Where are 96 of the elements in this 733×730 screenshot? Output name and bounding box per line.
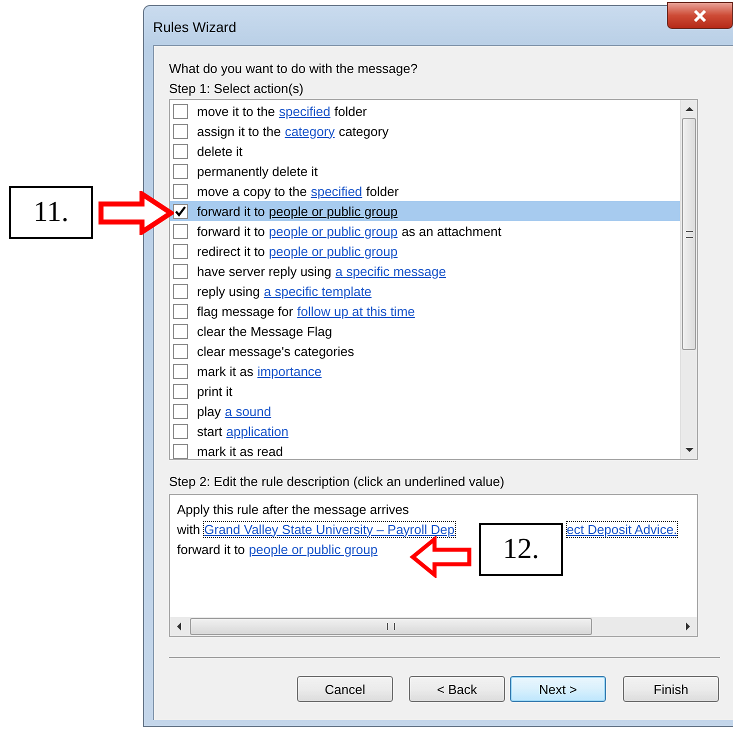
checkbox[interactable] <box>173 204 188 218</box>
action-item[interactable]: move it to the specified folder <box>170 101 680 121</box>
description-text: forward it to <box>177 542 245 556</box>
checkbox[interactable] <box>173 444 188 458</box>
action-text: category <box>338 124 389 138</box>
dialog-button[interactable]: Cancel <box>297 676 393 702</box>
action-item[interactable]: have server reply using a specific message <box>170 261 680 281</box>
scroll-left-icon[interactable] <box>176 622 182 631</box>
action-item[interactable]: move a copy to the specified folder <box>170 181 680 201</box>
dialog-button[interactable]: Next > <box>510 676 606 702</box>
callout-label: 12. <box>479 523 563 576</box>
value-link[interactable]: a specific message <box>335 264 446 278</box>
action-text: mark it as read <box>197 444 283 458</box>
action-item[interactable]: play a sound <box>170 401 680 421</box>
checkbox[interactable] <box>173 384 188 398</box>
checkbox[interactable] <box>173 124 188 138</box>
action-text: clear the Message Flag <box>197 324 332 338</box>
value-link[interactable]: a sound <box>224 404 272 418</box>
action-item[interactable]: delete it <box>170 141 680 161</box>
action-item[interactable]: mark it as importance <box>170 361 680 381</box>
action-text: forward it to <box>197 204 265 218</box>
value-link[interactable]: follow up at this time <box>297 304 415 318</box>
action-text: redirect it to <box>197 244 265 258</box>
step-label: Step 1: Select action(s) <box>169 80 304 98</box>
action-text: clear message's categories <box>197 344 354 358</box>
action-item[interactable]: forward it to people or public group as an attachment <box>170 221 680 241</box>
action-text: move a copy to the <box>197 184 307 198</box>
action-text: print it <box>197 384 232 398</box>
action-text: flag message for <box>197 304 294 318</box>
action-item[interactable]: flag message for follow up at this time <box>170 301 680 321</box>
action-text: mark it as <box>197 364 254 378</box>
checkbox[interactable] <box>173 304 188 318</box>
close-button[interactable] <box>667 2 733 29</box>
value-link[interactable]: Grand Valley State University – Payroll Dep <box>204 522 455 536</box>
checkbox[interactable] <box>173 224 188 238</box>
scroll-up-icon[interactable] <box>684 106 694 112</box>
action-text: permanently delete it <box>197 164 318 178</box>
question-text: What do you want to do with the message? <box>169 60 419 78</box>
checkbox[interactable] <box>173 164 188 178</box>
action-item[interactable]: forward it to people or public group <box>170 201 680 221</box>
value-link[interactable]: specified <box>310 184 362 198</box>
action-text: folder <box>334 104 367 118</box>
action-item[interactable]: assign it to the category category <box>170 121 680 141</box>
horizontal-scrollbar[interactable] <box>170 617 697 636</box>
vertical-scrollbar[interactable] <box>680 100 697 459</box>
action-item[interactable]: print it <box>170 381 680 401</box>
checkbox[interactable] <box>173 364 188 378</box>
description-text: with <box>177 522 200 536</box>
step-label: Step 2: Edit the rule description (click an underlined value) <box>169 473 506 491</box>
action-item[interactable]: mark it as read <box>170 441 680 461</box>
description-text: Apply this rule after the message arrives <box>177 502 409 516</box>
value-link[interactable]: category <box>284 124 335 138</box>
checkbox[interactable] <box>173 244 188 258</box>
checkbox[interactable] <box>173 284 188 298</box>
scroll-down-icon[interactable] <box>684 447 694 453</box>
action-item[interactable]: permanently delete it <box>170 161 680 181</box>
value-link[interactable]: people or public group <box>268 244 398 258</box>
checkbox[interactable] <box>173 404 188 418</box>
action-item[interactable]: clear the Message Flag <box>170 321 680 341</box>
close-icon <box>693 10 707 22</box>
dialog-button[interactable]: Finish <box>623 676 719 702</box>
dialog-button[interactable]: < Back <box>409 676 505 702</box>
action-text: delete it <box>197 144 243 158</box>
checkbox[interactable] <box>173 104 188 118</box>
action-text: folder <box>366 184 399 198</box>
action-text: forward it to <box>197 224 265 238</box>
action-item[interactable]: reply using a specific template <box>170 281 680 301</box>
action-item[interactable]: start application <box>170 421 680 441</box>
value-link[interactable]: people or public group <box>248 542 378 556</box>
value-link[interactable]: application <box>226 424 288 438</box>
value-link[interactable]: people or public group <box>268 204 398 218</box>
action-item[interactable]: redirect it to people or public group <box>170 241 680 261</box>
action-text: move it to the <box>197 104 276 118</box>
window-title: Rules Wizard <box>153 19 236 35</box>
scroll-right-icon[interactable] <box>685 622 691 631</box>
checkbox[interactable] <box>173 324 188 338</box>
checkbox[interactable] <box>173 144 188 158</box>
action-text: assign it to the <box>197 124 281 138</box>
action-text: play <box>197 404 221 418</box>
value-link[interactable]: specified <box>279 104 330 118</box>
checkbox[interactable] <box>173 344 188 358</box>
checkbox[interactable] <box>173 184 188 198</box>
checkbox[interactable] <box>173 424 188 438</box>
value-link[interactable]: people or public group <box>268 224 398 238</box>
value-link[interactable]: importance <box>257 364 322 378</box>
action-item[interactable]: clear message's categories <box>170 341 680 361</box>
value-link[interactable]: a specific template <box>264 284 372 298</box>
action-text: reply using <box>197 284 260 298</box>
callout-label: 11. <box>9 186 93 239</box>
scroll-thumb[interactable] <box>682 118 696 350</box>
scroll-thumb[interactable] <box>190 618 592 635</box>
action-text: start <box>197 424 222 438</box>
action-text: as an attachment <box>402 224 502 238</box>
checkbox[interactable] <box>173 264 188 278</box>
value-link[interactable]: ect Deposit Advice. <box>566 522 678 536</box>
action-text: have server reply using <box>197 264 332 278</box>
